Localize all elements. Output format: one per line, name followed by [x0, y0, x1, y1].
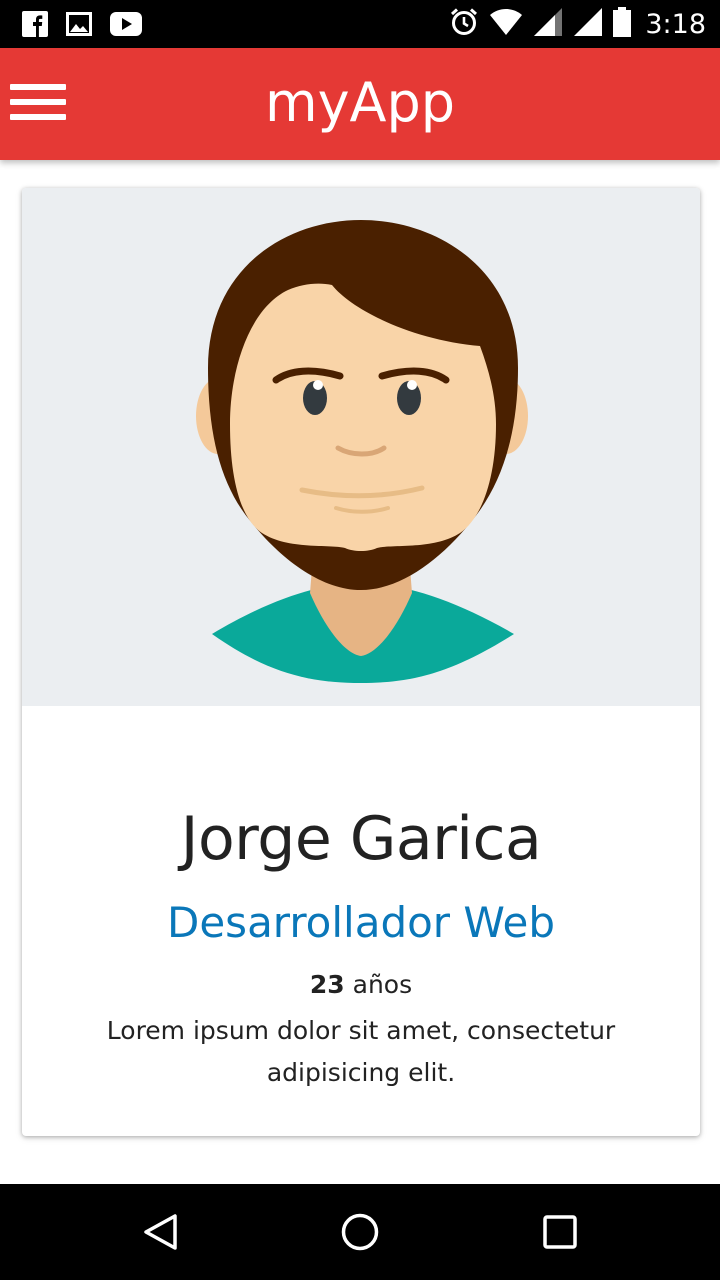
facebook-icon [22, 11, 48, 42]
navigation-bar [0, 1184, 720, 1280]
status-bar-notifications [22, 11, 142, 42]
wifi-icon [489, 8, 523, 41]
signal-icon [533, 7, 563, 42]
back-icon[interactable] [140, 1212, 180, 1252]
hamburger-menu-icon[interactable] [8, 78, 68, 126]
home-icon[interactable] [340, 1212, 380, 1252]
status-bar-system: 3:18 [449, 6, 706, 42]
status-time: 3:18 [645, 8, 706, 40]
battery-icon [613, 6, 632, 42]
profile-description: Lorem ipsum dolor sit amet, consectetur … [106, 1016, 616, 1087]
status-bar: 3:18 [0, 0, 720, 48]
signal-icon [573, 7, 603, 42]
age-value: 23 [309, 970, 345, 999]
profile-role: Desarrollador Web [167, 898, 555, 947]
age-unit: años [352, 970, 413, 999]
avatar-container [22, 188, 700, 706]
avatar [196, 220, 528, 683]
gallery-icon [66, 12, 92, 41]
profile-age: 23 años [22, 970, 700, 999]
profile-name: Jorge Garica [180, 804, 542, 874]
youtube-icon [110, 12, 142, 41]
app-title: myApp [264, 71, 456, 134]
profile-card: Jorge Garica Desarrollador Web 23 años L… [22, 188, 700, 1136]
app-bar: myApp [0, 48, 720, 160]
recent-apps-icon[interactable] [540, 1212, 580, 1252]
alarm-icon [449, 7, 479, 42]
